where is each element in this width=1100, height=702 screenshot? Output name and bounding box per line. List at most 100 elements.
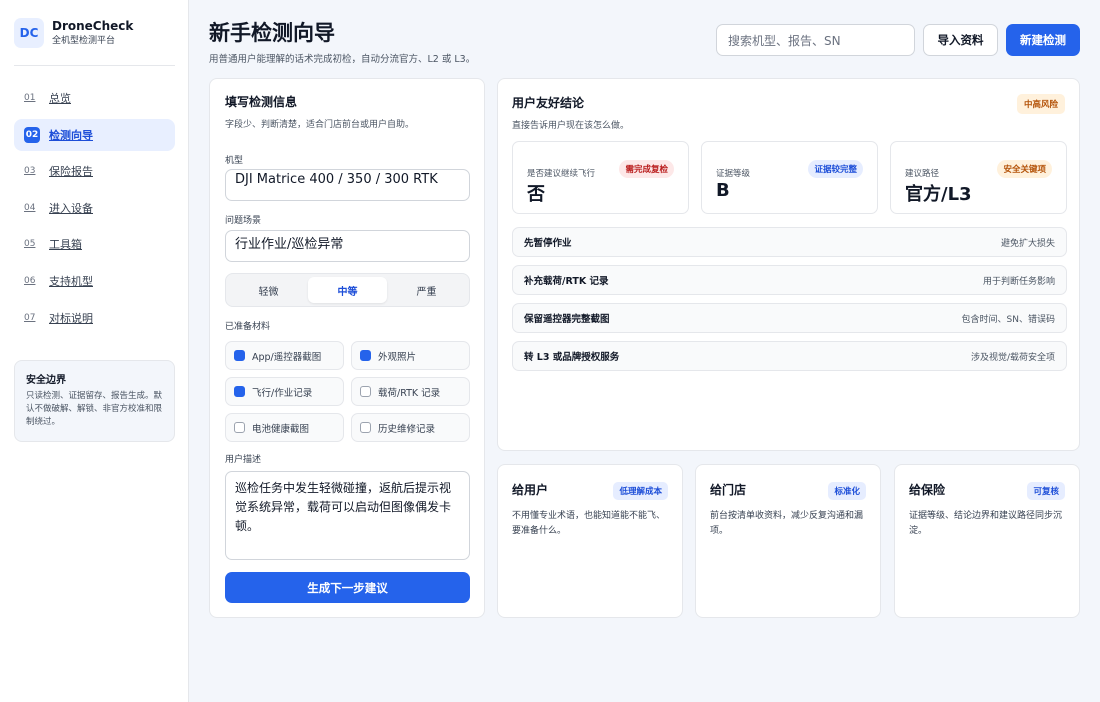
audience-badge: 可复核 — [1027, 482, 1065, 500]
result-title: 用户友好结论 — [512, 96, 585, 110]
nav-label: 进入设备 — [49, 201, 93, 215]
action-step: 转 L3 或品牌授权服务 涉及视觉/载荷安全项 — [512, 341, 1067, 371]
kpi-row: 需完成复检 是否建议继续飞行 否 证据较完整 证据等级 B 安全关键项 建议路径… — [512, 141, 1067, 214]
brand-logo: DC — [14, 18, 44, 48]
material-label: 载荷/RTK 记录 — [378, 387, 441, 399]
checkbox-checked — [234, 386, 245, 397]
risk-badge: 中高风险 — [1016, 94, 1065, 114]
step-hint: 包含时间、SN、错误码 — [961, 314, 1055, 325]
scene-value: 行业作业/巡检异常 — [235, 237, 344, 252]
page-title: 新手检测向导 — [209, 21, 335, 45]
nav-number: 03 — [24, 166, 36, 177]
checkbox-unchecked — [360, 386, 371, 397]
nav-label: 总览 — [49, 92, 71, 105]
model-field[interactable]: DJI Matrice 400 / 350 / 300 RTK — [225, 169, 470, 201]
kpi-label: 建议路径 — [905, 169, 940, 179]
kpi-continue-flying: 需完成复检 是否建议继续飞行 否 — [512, 141, 689, 214]
safety-text: 只读检测、证据留存、报告生成。默认不做破解、解锁、非官方校准和限制绕过。 — [26, 391, 163, 427]
materials-grid: App/遥控器截图 外观照片 飞行/作业记录 载荷/RTK 记录 电池健康截图 … — [225, 341, 470, 442]
scene-field[interactable]: 行业作业/巡检异常 — [225, 230, 470, 262]
model-value: DJI Matrice 400 / 350 / 300 RTK — [235, 172, 438, 187]
nav-number: 07 — [24, 312, 36, 323]
nav-number: 01 — [24, 93, 36, 103]
nav-label: 检测向导 — [49, 128, 93, 142]
materials-label: 已准备材料 — [225, 322, 271, 332]
material-checkbox[interactable]: 历史维修记录 — [351, 413, 470, 442]
step-hint: 用于判断任务影响 — [982, 276, 1055, 287]
kpi-label: 证据等级 — [716, 169, 751, 179]
audience-badge: 低理解成本 — [613, 482, 668, 500]
import-button[interactable]: 导入资料 — [923, 24, 998, 56]
nav-number: 05 — [24, 239, 36, 250]
brand[interactable]: DC DroneCheck 全机型检测平台 — [14, 18, 133, 48]
material-label: 外观照片 — [378, 351, 417, 363]
step-name: 转 L3 或品牌授权服务 — [524, 352, 620, 363]
step-name: 补充载荷/RTK 记录 — [524, 276, 609, 287]
brand-name: DroneCheck — [52, 19, 134, 33]
checkbox-checked — [234, 350, 245, 361]
description-label: 用户描述 — [225, 455, 262, 465]
nav-label: 保险报告 — [49, 165, 93, 179]
material-checkbox[interactable]: 外观照片 — [351, 341, 470, 370]
nav-label: 支持机型 — [49, 274, 93, 288]
step-name: 先暂停作业 — [524, 238, 572, 249]
sidebar-item-enter-device[interactable]: 04 进入设备 — [14, 192, 175, 224]
page-subtitle: 用普通用户能理解的话术完成初检，自动分流官方、L2 或 L3。 — [209, 54, 476, 65]
checkbox-unchecked — [360, 422, 371, 433]
material-checkbox[interactable]: 飞行/作业记录 — [225, 377, 344, 406]
brand-subtitle: 全机型检测平台 — [52, 36, 116, 46]
safety-title: 安全边界 — [26, 375, 66, 386]
sidebar-item-toolbox[interactable]: 05 工具箱 — [14, 228, 175, 260]
step-hint: 避免扩大损失 — [1000, 238, 1055, 249]
severity-selector: 轻微 中等 严重 — [225, 273, 470, 307]
kpi-label: 是否建议继续飞行 — [527, 169, 596, 179]
sidebar-item-wizard[interactable]: 02 检测向导 — [14, 118, 175, 151]
search-placeholder: 搜索机型、报告、SN — [728, 33, 841, 48]
nav-label: 工具箱 — [49, 238, 82, 252]
nav-number: 02 — [24, 126, 40, 143]
audience-badge: 标准化 — [828, 482, 866, 500]
nav-number: 06 — [24, 275, 36, 286]
action-step: 补充载荷/RTK 记录 用于判断任务影响 — [512, 265, 1067, 295]
kpi-value: B — [716, 180, 730, 201]
nav-number: 04 — [24, 202, 36, 213]
search-input[interactable]: 搜索机型、报告、SN — [716, 24, 915, 56]
sidebar-item-insurance-report[interactable]: 03 保险报告 — [14, 155, 175, 187]
status-badge: 安全关键项 — [997, 160, 1052, 178]
sidebar-nav: 01 总览 02 检测向导 03 保险报告 04 进入设备 05 工具箱 06 … — [14, 82, 175, 338]
material-checkbox[interactable]: 电池健康截图 — [225, 413, 344, 442]
severity-option-medium[interactable]: 中等 — [308, 277, 387, 303]
sidebar-item-overview[interactable]: 01 总览 — [14, 82, 175, 114]
form-subtitle: 字段少、判断清楚，适合门店前台或用户自助。 — [225, 120, 415, 130]
generate-advice-button[interactable]: 生成下一步建议 — [225, 572, 470, 603]
form-title: 填写检测信息 — [225, 95, 298, 109]
result-subtitle: 直接告诉用户现在该怎么做。 — [512, 121, 630, 131]
status-badge: 需完成复检 — [619, 160, 674, 178]
sidebar-item-supported-models[interactable]: 06 支持机型 — [14, 265, 175, 297]
severity-option-severe[interactable]: 严重 — [387, 277, 466, 303]
kpi-value: 否 — [527, 184, 545, 205]
new-check-button[interactable]: 新建检测 — [1006, 24, 1080, 56]
audience-text: 证据等级、结论边界和建议路径同步沉淀。 — [909, 511, 1063, 536]
material-checkbox[interactable]: App/遥控器截图 — [225, 341, 344, 370]
scene-label: 问题场景 — [225, 216, 262, 226]
action-steps: 先暂停作业 避免扩大损失 补充载荷/RTK 记录 用于判断任务影响 保留遥控器完… — [512, 227, 1067, 379]
safety-notice: 安全边界 只读检测、证据留存、报告生成。默认不做破解、解锁、非官方校准和限制绕过… — [14, 360, 175, 442]
material-checkbox[interactable]: 载荷/RTK 记录 — [351, 377, 470, 406]
kpi-suggested-path: 安全关键项 建议路径 官方/L3 — [890, 141, 1067, 214]
material-label: App/遥控器截图 — [252, 351, 322, 363]
sidebar: DC DroneCheck 全机型检测平台 01 总览 02 检测向导 03 保… — [0, 0, 189, 702]
audience-text: 前台按清单收资料，减少反复沟通和漏项。 — [710, 511, 864, 536]
kpi-value: 官方/L3 — [905, 184, 972, 205]
result-card: 用户友好结论 直接告诉用户现在该怎么做。 中高风险 需完成复检 是否建议继续飞行… — [497, 78, 1080, 451]
sidebar-item-benchmark[interactable]: 07 对标说明 — [14, 302, 175, 334]
severity-option-mild[interactable]: 轻微 — [229, 277, 308, 303]
action-step: 保留遥控器完整截图 包含时间、SN、错误码 — [512, 303, 1067, 333]
form-card: 填写检测信息 字段少、判断清楚，适合门店前台或用户自助。 机型 DJI Matr… — [209, 78, 485, 618]
audience-card-user: 给用户 低理解成本 不用懂专业术语，也能知道能不能飞、要准备什么。 — [497, 464, 683, 618]
kpi-evidence-level: 证据较完整 证据等级 B — [701, 141, 878, 214]
material-label: 电池健康截图 — [252, 423, 310, 435]
step-name: 保留遥控器完整截图 — [524, 314, 610, 325]
status-badge: 证据较完整 — [808, 160, 863, 178]
description-textarea[interactable]: 巡检任务中发生轻微碰撞，返航后提示视觉系统异常，载荷可以启动但图像偶发卡顿。 — [225, 471, 470, 560]
